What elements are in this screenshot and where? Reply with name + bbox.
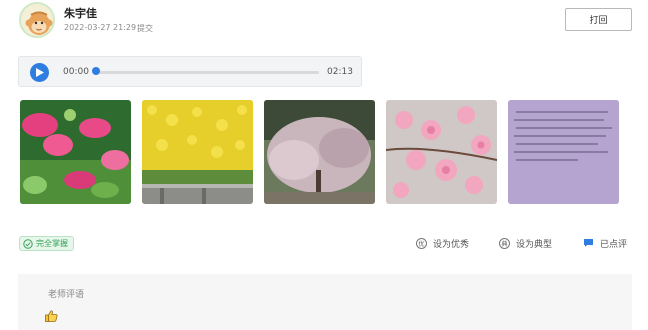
total-time: 02:13 <box>327 67 353 77</box>
mastery-badge: 完全掌握 <box>19 236 74 251</box>
set-excellent-button[interactable]: 优 设为优秀 <box>416 236 469 250</box>
photo-blossom-tree-icon <box>264 100 375 204</box>
photo-peach-blossom-icon <box>386 100 497 204</box>
student-avatar <box>19 2 55 38</box>
thumbs-up-icon <box>45 307 58 326</box>
set-typical-button[interactable]: 典 设为典型 <box>499 236 552 250</box>
mastery-label: 完全掌握 <box>36 239 68 248</box>
return-button[interactable]: 打回 <box>565 8 632 31</box>
check-circle-icon <box>23 238 33 249</box>
typical-icon: 典 <box>499 237 510 249</box>
photo-thumbnail[interactable] <box>508 100 619 204</box>
photo-thumbnail[interactable] <box>142 100 253 204</box>
submit-status: 提交 <box>137 24 153 33</box>
photo-thumbnail[interactable] <box>264 100 375 204</box>
photo-pink-flowers-icon <box>20 100 131 204</box>
student-name: 朱宇佳 <box>64 7 97 20</box>
excellent-icon: 优 <box>416 237 427 249</box>
submit-time: 2022-03-27 21:29 <box>64 23 137 32</box>
play-button[interactable] <box>30 63 49 82</box>
photo-handwritten-text-icon <box>508 100 619 204</box>
progress-track[interactable] <box>94 71 319 74</box>
photo-thumbnail[interactable] <box>386 100 497 204</box>
comment-icon <box>584 239 593 247</box>
teacher-comment-panel: 老师评语 <box>18 274 632 330</box>
current-time: 00:00 <box>63 67 89 77</box>
set-excellent-label: 设为优秀 <box>433 239 470 250</box>
photo-thumbnail[interactable] <box>20 100 131 204</box>
audio-player: 00:00 02:13 <box>18 56 362 87</box>
commented-label: 已点评 <box>600 239 628 250</box>
progress-handle[interactable] <box>92 67 100 75</box>
comment-title: 老师评语 <box>48 290 85 300</box>
set-typical-label: 设为典型 <box>516 239 553 250</box>
commented-button[interactable]: 已点评 <box>583 236 627 250</box>
photo-yellow-flowers-icon <box>142 100 253 204</box>
play-icon <box>36 68 44 77</box>
